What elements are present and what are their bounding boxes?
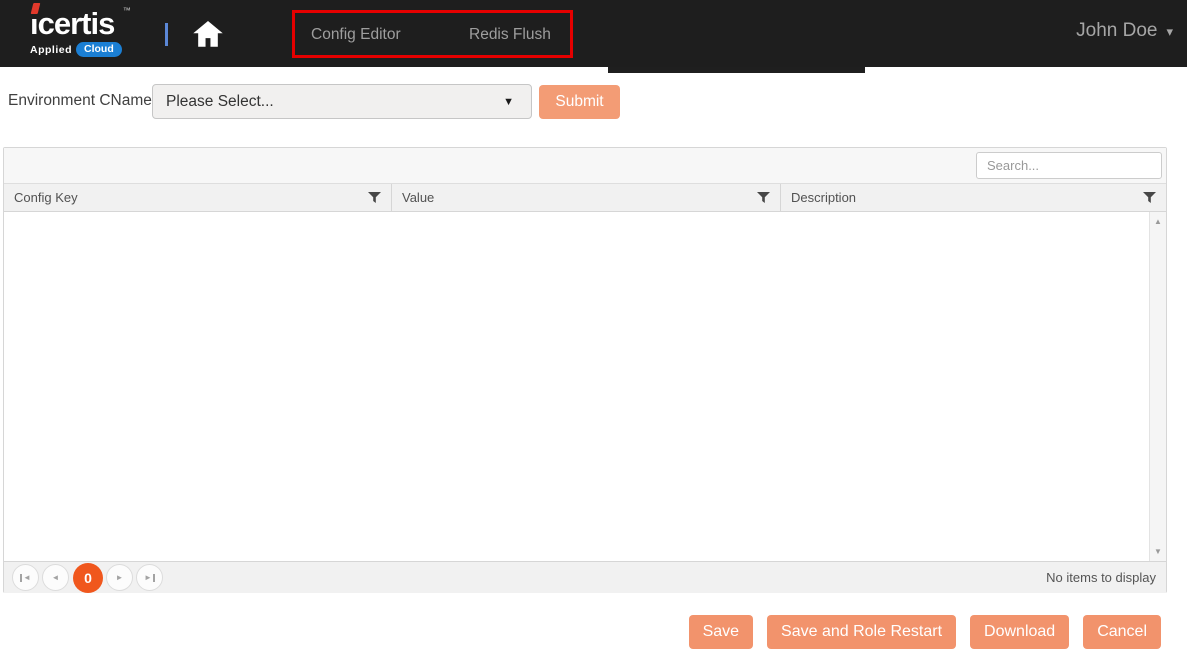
column-label: Config Key (14, 190, 78, 205)
app-window: icertis ™ Applied Cloud Config Editor Red… (0, 0, 1187, 662)
save-button[interactable]: Save (689, 615, 753, 649)
grid-pager: ◄ ◄ 0 ► ► No items to display (4, 561, 1166, 593)
trademark-symbol: ™ (123, 6, 131, 15)
brand-name: icertis (30, 6, 114, 41)
filter-icon[interactable] (368, 192, 381, 204)
cancel-button[interactable]: Cancel (1083, 615, 1161, 649)
pager-last-button[interactable]: ► (136, 564, 163, 591)
column-label: Description (791, 190, 856, 205)
pager-first-button[interactable]: ◄ (12, 564, 39, 591)
column-header-description: Description (781, 184, 1166, 211)
submit-button[interactable]: Submit (539, 85, 620, 119)
grid-header-row: Config Key Value Description (4, 184, 1166, 212)
pager-previous-button[interactable]: ◄ (42, 564, 69, 591)
dropdown-selected-value: Please Select... (153, 93, 503, 111)
pager-status: No items to display (1046, 570, 1156, 585)
tagline-cloud-badge: Cloud (76, 42, 122, 57)
tab-config-editor[interactable]: Config Editor (311, 26, 401, 44)
chevron-down-icon: ▾ (1166, 24, 1173, 39)
filter-icon[interactable] (1143, 192, 1156, 204)
save-and-role-restart-button[interactable]: Save and Role Restart (767, 615, 956, 649)
top-navbar: icertis ™ Applied Cloud Config Editor Red… (0, 0, 1187, 67)
nav-divider (165, 23, 168, 46)
download-button[interactable]: Download (970, 615, 1069, 649)
home-icon[interactable] (193, 21, 223, 48)
grid-search (976, 152, 1162, 179)
config-grid: Config Key Value Description ▲ (3, 147, 1167, 593)
navbar-shadow-strip (608, 67, 865, 73)
pager-next-button[interactable]: ► (106, 564, 133, 591)
scroll-down-icon[interactable]: ▼ (1150, 547, 1166, 556)
last-page-arrow-icon: ► (144, 574, 152, 582)
column-header-config-key: Config Key (4, 184, 392, 211)
grid-toolbar (4, 148, 1166, 184)
user-name: John Doe (1076, 20, 1157, 41)
brand-tagline: Applied Cloud (30, 41, 122, 59)
dropdown-caret-icon: ▼ (503, 96, 531, 108)
first-page-arrow-icon: ◄ (23, 574, 31, 582)
scroll-up-icon[interactable]: ▲ (1150, 217, 1166, 226)
first-page-bar-icon (20, 574, 22, 582)
user-menu[interactable]: John Doe ▾ (1076, 20, 1173, 42)
brand-logo: icertis ™ Applied Cloud (30, 8, 170, 62)
environment-cname-dropdown[interactable]: Please Select... ▼ (152, 84, 532, 119)
previous-page-arrow-icon: ◄ (52, 574, 60, 582)
pager-current-page[interactable]: 0 (73, 563, 103, 593)
column-label: Value (402, 190, 434, 205)
grid-body-empty: ▲ ▼ (4, 212, 1166, 561)
footer-actions: Save Save and Role Restart Download Canc… (689, 615, 1161, 649)
tagline-applied: Applied (30, 44, 72, 56)
last-page-bar-icon (153, 574, 155, 582)
filter-icon[interactable] (757, 192, 770, 204)
next-page-arrow-icon: ► (116, 574, 124, 582)
tab-redis-flush[interactable]: Redis Flush (469, 26, 551, 44)
search-input[interactable] (977, 158, 1167, 173)
vertical-scrollbar[interactable]: ▲ ▼ (1149, 212, 1166, 561)
environment-cname-label: Environment CName (8, 92, 152, 110)
column-header-value: Value (392, 184, 781, 211)
